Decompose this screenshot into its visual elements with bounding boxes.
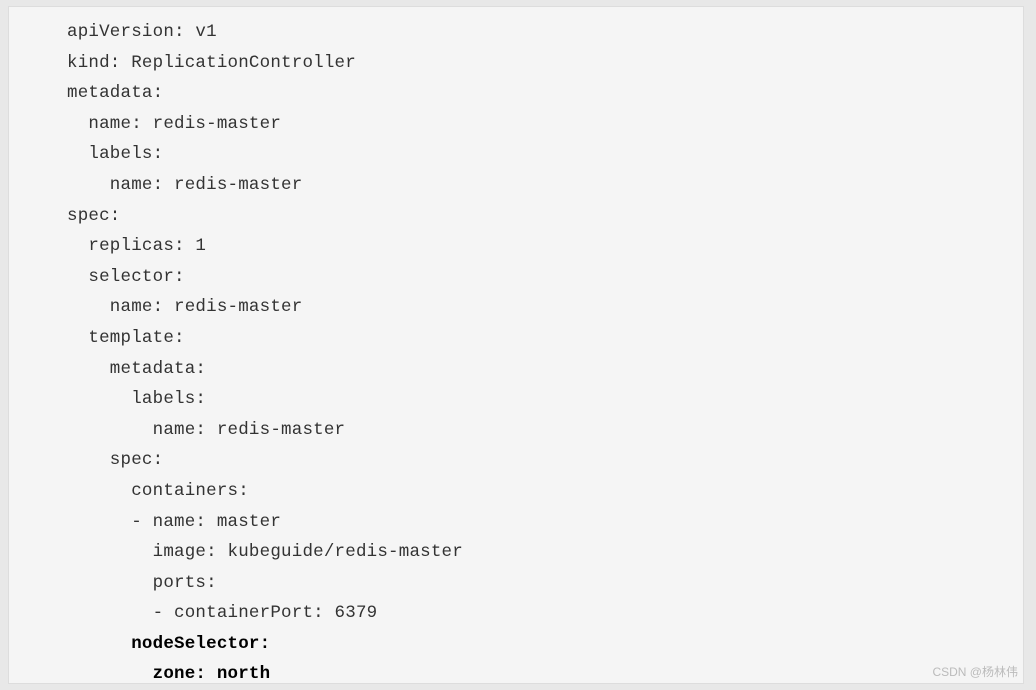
code-line: containers: <box>67 481 249 501</box>
code-line: ports: <box>67 573 217 593</box>
code-line: selector: <box>67 267 185 287</box>
code-line: - name: master <box>67 512 281 532</box>
code-line: spec: <box>67 450 163 470</box>
code-line: metadata: <box>67 359 206 379</box>
code-line: - containerPort: 6379 <box>67 603 377 623</box>
code-line: metadata: <box>67 83 163 103</box>
code-line: apiVersion: v1 <box>67 22 217 42</box>
watermark: CSDN @杨林伟 <box>932 663 1018 680</box>
code-line: replicas: 1 <box>67 236 206 256</box>
code-line-bold: zone: north <box>67 664 270 684</box>
code-line: name: redis-master <box>67 175 302 195</box>
code-line: spec: <box>67 206 121 226</box>
code-line: template: <box>67 328 185 348</box>
code-line: name: redis-master <box>67 420 345 440</box>
code-line: kind: ReplicationController <box>67 53 356 73</box>
code-content: apiVersion: v1 kind: ReplicationControll… <box>67 17 1011 684</box>
code-line-bold: nodeSelector: <box>67 634 270 654</box>
code-block: apiVersion: v1 kind: ReplicationControll… <box>8 6 1024 684</box>
code-line: labels: <box>67 389 206 409</box>
code-line: name: redis-master <box>67 297 302 317</box>
code-line: name: redis-master <box>67 114 281 134</box>
code-line: image: kubeguide/redis-master <box>67 542 463 562</box>
code-line: labels: <box>67 144 163 164</box>
